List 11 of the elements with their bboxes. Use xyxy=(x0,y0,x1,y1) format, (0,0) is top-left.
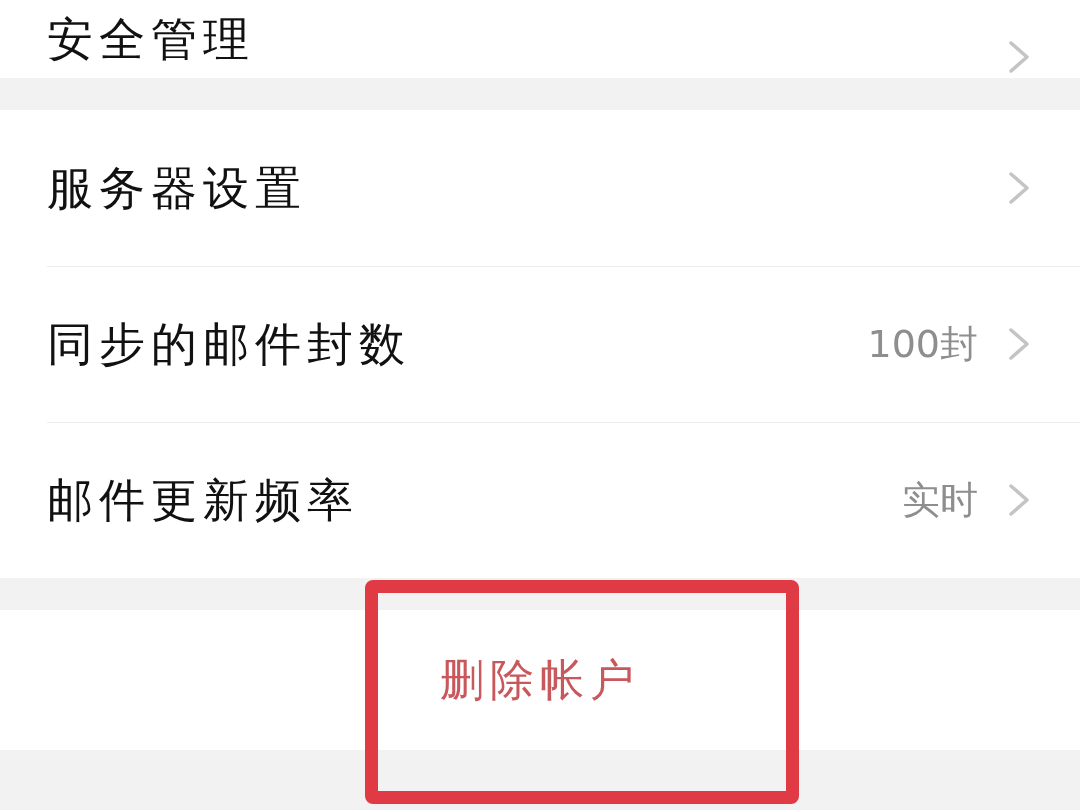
chevron-right-icon xyxy=(1008,483,1030,517)
chevron-right-icon xyxy=(1008,327,1030,361)
settings-item-label[interactable]: 邮件更新频率 xyxy=(47,465,359,535)
chevron-right-icon xyxy=(1008,40,1030,74)
delete-account-button[interactable]: 删除帐户 xyxy=(440,647,640,713)
settings-value: 100封 xyxy=(867,320,978,368)
settings-item-label[interactable]: 安全管理 xyxy=(47,5,255,74)
settings-item-label[interactable]: 服务器设置 xyxy=(47,153,307,223)
chevron-right-icon xyxy=(1008,171,1030,205)
settings-value: 实时 xyxy=(902,476,978,524)
settings-item-label[interactable]: 同步的邮件封数 xyxy=(47,309,411,379)
